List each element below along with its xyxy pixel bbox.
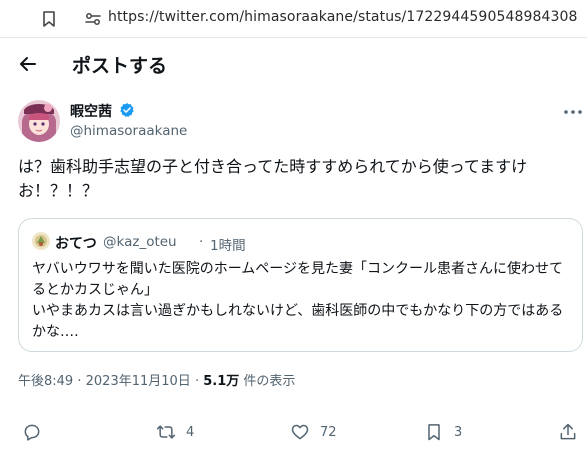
reply-button[interactable] bbox=[22, 420, 52, 444]
avatar[interactable] bbox=[18, 100, 60, 142]
retweet-button[interactable]: 4 bbox=[156, 420, 194, 444]
quote-separator: · bbox=[199, 234, 204, 250]
page-header: ポストする bbox=[0, 38, 587, 90]
tweet-date[interactable]: 2023年11月10日 bbox=[86, 374, 191, 389]
url-text[interactable]: https://twitter.com/himasoraakane/status… bbox=[108, 9, 578, 25]
quote-author-name: おてつ bbox=[55, 236, 97, 252]
retweet-count: 4 bbox=[186, 424, 195, 440]
retweet-icon bbox=[156, 425, 176, 439]
like-count: 72 bbox=[320, 424, 337, 440]
tweet-text: は？歯科助手志望の子と付き合ってた時すすめられてから使ってますけお！？！？ bbox=[18, 157, 528, 200]
author-handle[interactable]: @himasoraakane bbox=[70, 123, 187, 139]
share-icon bbox=[560, 423, 576, 440]
tweet-actions: 4 72 3 bbox=[0, 420, 587, 448]
bookmark-icon bbox=[428, 424, 440, 441]
back-arrow-icon bbox=[20, 57, 36, 71]
verified-badge-icon bbox=[120, 103, 134, 117]
bookmark-count: 3 bbox=[454, 424, 463, 440]
meta-separator: · bbox=[194, 374, 200, 389]
tweet-time[interactable]: 午後8:49 bbox=[18, 374, 73, 389]
like-button[interactable]: 72 bbox=[290, 420, 337, 444]
tweet-meta: 午後8:49 · 2023年11月10日 · 5.1万 件の表示 bbox=[18, 370, 295, 389]
quoted-tweet-card[interactable]: おてつ @kaz_oteu · 1時間 ヤバいウワサを聞いた医院のホームページを… bbox=[18, 218, 583, 352]
views-count: 5.1万 bbox=[203, 374, 240, 389]
share-button[interactable] bbox=[558, 420, 578, 444]
quote-timestamp: 1時間 bbox=[210, 238, 246, 254]
quote-text-line: ヤバいウワサを聞いた医院のホームページを見た妻「コンクール患者さんに使わせてると… bbox=[32, 261, 564, 298]
quote-avatar bbox=[32, 232, 50, 250]
bookmark-button[interactable]: 3 bbox=[424, 420, 462, 444]
bookmark-icon[interactable] bbox=[40, 10, 58, 28]
site-settings-icon[interactable] bbox=[84, 10, 102, 28]
heart-icon bbox=[291, 424, 309, 440]
back-button[interactable] bbox=[14, 50, 42, 78]
more-horizontal-icon bbox=[564, 110, 582, 114]
meta-separator: · bbox=[77, 374, 82, 389]
quote-text-line: いやまあカスは言い過ぎかもしれないけど、歯科医師の中でもかなり下の方ではあるかな… bbox=[32, 303, 564, 340]
quote-text: ヤバいウワサを聞いた医院のホームページを見た妻「コンクール患者さんに使わせてると… bbox=[32, 259, 577, 343]
reply-icon bbox=[24, 424, 40, 441]
more-options-button[interactable] bbox=[562, 104, 584, 120]
quote-author-handle: @kaz_oteu bbox=[103, 234, 177, 250]
author-name[interactable]: 暇空茜 bbox=[70, 101, 112, 121]
views-label: 件の表示 bbox=[239, 374, 296, 389]
page-title: ポストする bbox=[72, 55, 168, 77]
browser-address-bar: https://twitter.com/himasoraakane/status… bbox=[0, 0, 587, 38]
